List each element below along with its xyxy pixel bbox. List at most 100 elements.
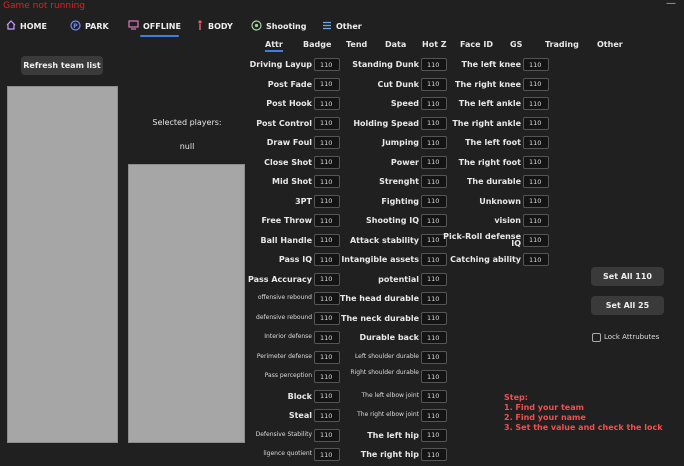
attr-label-pass-iq: Pass IQ (278, 255, 312, 264)
nav-shooting-label: Shooting (266, 21, 307, 31)
svg-text:P: P (73, 22, 78, 29)
attr-input-the-left-elbow-joint[interactable]: 110 (421, 389, 447, 403)
attr-label-power: Power (390, 157, 419, 167)
attr-label-post-fade: Post Fade (267, 79, 312, 89)
attr-label-mid-shot: Mid Shot (272, 177, 312, 186)
attr-label-defensive-stability: Defensive Stability (255, 430, 312, 438)
attr-input-the-right-hip[interactable]: 110 (421, 448, 447, 461)
list-icon (322, 21, 332, 32)
attr-label-the-left-knee: The left knee (461, 60, 522, 69)
nav-other[interactable]: Other (322, 18, 362, 34)
attr-label-cut-dunk: Cut Dunk (377, 79, 419, 89)
set-all-110-button[interactable]: Set All 110 (591, 267, 664, 286)
home-icon (6, 20, 16, 32)
attr-label-holding-spead: Holding Spead (353, 118, 419, 128)
attr-label-standing-dunk: Standing Dunk (352, 60, 419, 69)
nav-body[interactable]: BODY (196, 18, 233, 34)
target-icon (251, 19, 262, 33)
attr-label-fighting: Fighting (381, 196, 419, 206)
attr-label-the-left-foot: The left foot (465, 138, 521, 147)
tab-tend[interactable]: Tend (346, 40, 367, 49)
nav-home-label: HOME (20, 21, 47, 31)
attr-input-catching-ability[interactable]: 110 (523, 253, 549, 266)
attr-label-speed: Speed (390, 99, 419, 108)
attr-input-the-left-foot[interactable]: 110 (523, 136, 549, 149)
attr-label-right-shoulder-durable: Right shoulder durable (350, 369, 419, 376)
instructions: Step: 1. Find your team 2. Find your nam… (504, 393, 663, 433)
tab-badge[interactable]: Badge (303, 40, 331, 49)
nav-offline[interactable]: OFFLINE (128, 18, 181, 37)
attr-input-the-right-ankle[interactable]: 110 (523, 116, 549, 130)
attr-label-the-durable: The durable (466, 177, 521, 186)
status-text: Game not running (3, 1, 85, 11)
set-all-25-button[interactable]: Set All 25 (591, 296, 664, 315)
attr-label-interior-defense: Interior defense (264, 333, 312, 340)
attr-label-jumping: Jumping (382, 138, 419, 147)
tab-attr[interactable]: Attr (265, 40, 283, 52)
nav-home[interactable]: HOME (6, 18, 47, 34)
attr-label-the-right-ankle: The right ankle (452, 118, 521, 128)
attr-label-potential: potential (378, 274, 419, 284)
attr-label-post-hook: Post Hook (266, 99, 312, 108)
tab-trading[interactable]: Trading (545, 40, 579, 49)
team-list[interactable] (7, 86, 118, 443)
attr-label-post-control: Post Control (256, 118, 312, 128)
refresh-team-list-button[interactable]: Refresh team list (21, 56, 103, 75)
attr-input-right-shoulder-durable[interactable]: 110 (421, 370, 447, 383)
tab-gs[interactable]: GS (510, 40, 522, 49)
attr-label-pick-roll-defense-iq: Pick-Roll defense IQ (443, 231, 521, 248)
attr-input-the-left-hip[interactable]: 110 (421, 428, 447, 442)
player-list[interactable] (128, 164, 245, 443)
attr-input-the-neck-durable[interactable]: 110 (421, 311, 447, 325)
attr-input-the-right-foot[interactable]: 110 (523, 155, 549, 169)
nav-body-label: BODY (208, 21, 233, 31)
attr-label-the-right-foot: The right foot (458, 157, 521, 167)
attr-input-left-shoulder-durable[interactable]: 110 (421, 350, 447, 364)
step-3: 3. Set the value and check the lock (504, 423, 663, 432)
tab-other[interactable]: Other (597, 40, 623, 49)
attr-label-the-left-ankle: The left ankle (458, 99, 521, 108)
nav-shooting[interactable]: Shooting (251, 18, 306, 34)
attr-label-ball-handle: Ball Handle (260, 235, 312, 245)
attr-label-the-right-elbow-joint: The right elbow joint (357, 411, 419, 418)
lock-attributes-checkbox[interactable] (592, 333, 601, 342)
attr-input-the-head-durable[interactable]: 110 (421, 292, 447, 305)
attr-label-pass-accuracy: Pass Accuracy (247, 274, 312, 284)
minimize-icon[interactable]: — (666, 0, 676, 9)
attr-label-intangible-assets: Intangible assets (341, 255, 419, 264)
attr-label-the-right-knee: The right knee (455, 79, 521, 89)
attr-label-steal: Steal (288, 411, 312, 420)
attr-label-close-shot: Close Shot (264, 157, 312, 167)
attr-label-strenght: Strenght (379, 177, 419, 186)
attr-input-potential[interactable]: 110 (421, 272, 447, 286)
attr-label-left-shoulder-durable: Left shoulder durable (354, 352, 419, 360)
attr-label-the-left-elbow-joint: The left elbow joint (361, 391, 419, 399)
attr-label-vision: vision (494, 216, 521, 225)
attr-label-attack-stability: Attack stability (349, 235, 419, 245)
attr-input-vision[interactable]: 110 (523, 214, 549, 227)
tab-face-id[interactable]: Face ID (460, 40, 493, 49)
nav-park[interactable]: P PARK (70, 18, 109, 34)
attr-label-offensive-rebound: offensive rebound (257, 294, 312, 301)
attr-input-the-right-knee[interactable]: 110 (523, 77, 549, 91)
attr-label-the-left-hip: The left hip (367, 430, 419, 440)
attr-input-the-left-ankle[interactable]: 110 (523, 97, 549, 110)
attr-label-ligence-quotient: ligence quotient (263, 450, 312, 457)
attr-input-the-left-knee[interactable]: 110 (523, 58, 549, 71)
attr-input-durable-back[interactable]: 110 (421, 331, 447, 344)
tab-data[interactable]: Data (385, 40, 406, 49)
attr-label-block: Block (287, 391, 312, 401)
step-2: 2. Find your name (504, 413, 586, 422)
steps-title: Step: (504, 393, 528, 402)
attr-input-unknown[interactable]: 110 (523, 194, 549, 208)
attr-label-draw-foul: Draw Foul (266, 138, 312, 147)
body-icon (196, 19, 204, 33)
attr-input-pick-roll-defense-iq[interactable]: 110 (523, 233, 549, 247)
attr-label-defensive-rebound: defensive rebound (256, 313, 312, 321)
park-icon: P (70, 19, 81, 33)
tab-hot-z[interactable]: Hot Z (422, 40, 447, 49)
attr-label-perimeter-defense: Perimeter defense (256, 352, 312, 360)
attr-input-the-right-elbow-joint[interactable]: 110 (421, 409, 447, 422)
monitor-icon (128, 20, 139, 32)
attr-input-the-durable[interactable]: 110 (523, 175, 549, 188)
